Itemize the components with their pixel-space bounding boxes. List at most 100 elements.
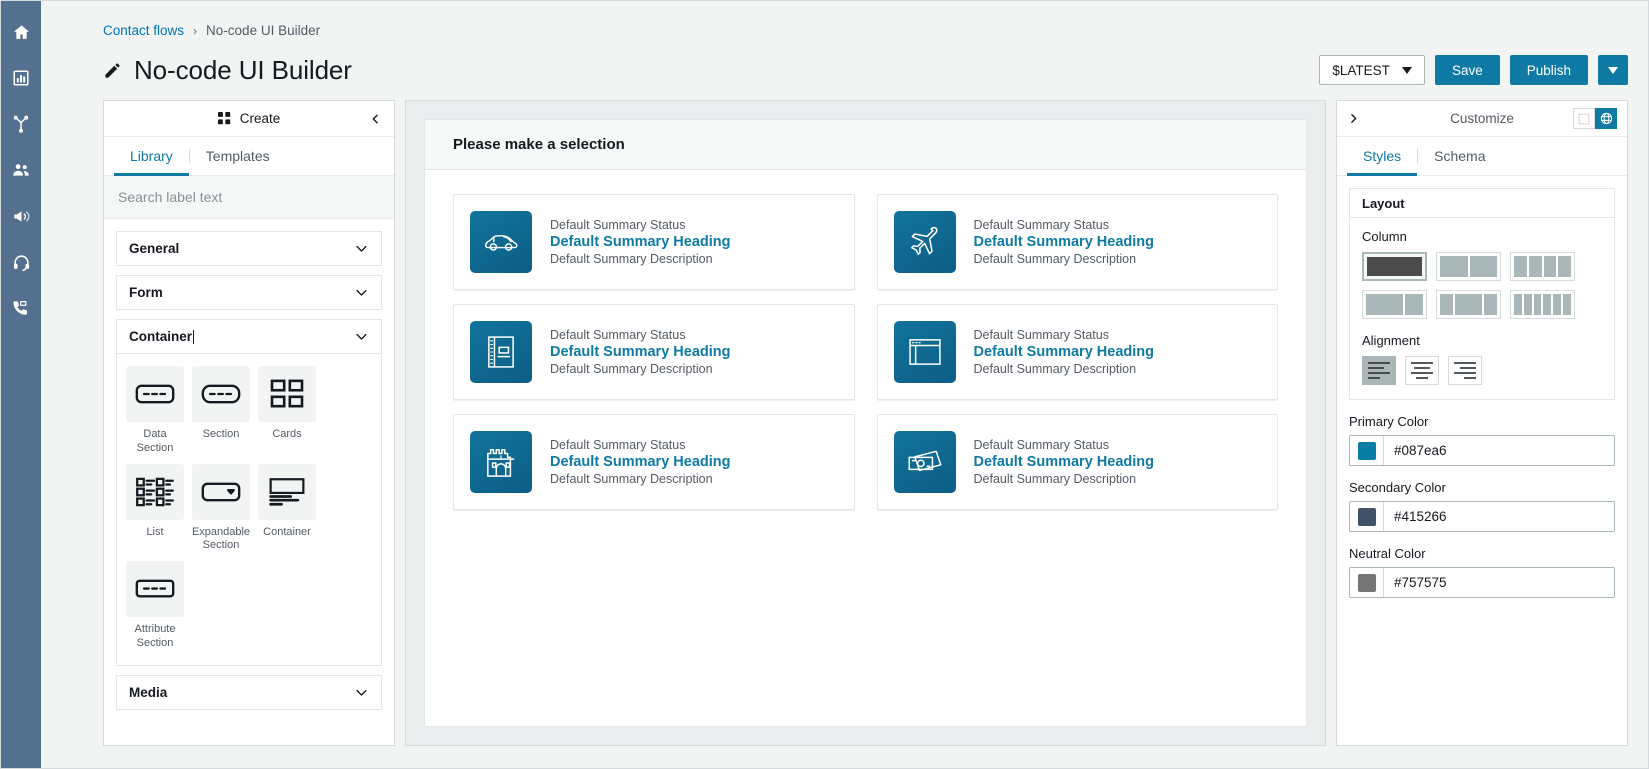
summary-card-text: Default Summary Status Default Summary H… [974, 328, 1155, 376]
component-label: Expandable Section [191, 525, 251, 552]
view-toggle-group [1573, 108, 1617, 129]
summary-heading: Default Summary Heading [550, 234, 731, 250]
column-option-3[interactable] [1436, 290, 1501, 319]
agent-desktop-icon[interactable] [8, 249, 34, 275]
phone-icon[interactable] [8, 295, 34, 321]
grid-icon [217, 112, 231, 125]
collapse-left-panel-icon[interactable] [369, 112, 382, 125]
align-center-icon[interactable] [1405, 356, 1439, 385]
component-label: Container [263, 525, 311, 538]
secondary-color-label: Secondary Color [1349, 480, 1446, 495]
globe-view-icon[interactable] [1595, 108, 1617, 129]
component-section[interactable]: Section [191, 366, 251, 456]
tab-schema[interactable]: Schema [1418, 137, 1501, 176]
secondary-color-field[interactable]: #415266 [1349, 501, 1615, 532]
summary-card[interactable]: Default Summary Status Default Summary H… [453, 194, 855, 290]
canvas-view-icon[interactable] [1573, 108, 1595, 129]
users-icon[interactable] [8, 157, 34, 183]
tab-styles[interactable]: Styles [1347, 137, 1418, 176]
list-icon [126, 463, 184, 520]
save-button[interactable]: Save [1434, 55, 1500, 85]
accordion-form-header[interactable]: Form [117, 276, 381, 309]
secondary-color-swatch-button[interactable] [1350, 502, 1384, 531]
column-option-6[interactable] [1510, 290, 1575, 319]
component-label: Data Section [136, 428, 174, 454]
column-option-2[interactable] [1436, 252, 1501, 281]
layout-section-title: Layout [1350, 189, 1614, 218]
column-option-2-wide-left[interactable] [1362, 290, 1427, 319]
header-actions: $LATEST Save Publish [1319, 55, 1628, 85]
canvas-sheet: Please make a selection Default Summary … [424, 119, 1307, 727]
neutral-color-swatch-button[interactable] [1350, 568, 1384, 597]
summary-description: Default Summary Description [973, 362, 1137, 376]
neutral-color-group: Neutral Color #757575 [1349, 546, 1615, 598]
version-select[interactable]: $LATEST [1319, 55, 1425, 85]
primary-color-value[interactable]: #087ea6 [1384, 443, 1614, 458]
summary-description: Default Summary Description [550, 252, 713, 266]
summary-card[interactable]: Default Summary Status Default Summary H… [453, 304, 855, 400]
primary-color-swatch-button[interactable] [1350, 436, 1384, 465]
analytics-icon[interactable] [8, 65, 34, 91]
chevron-down-icon [354, 241, 369, 256]
breadcrumb-separator-icon: › [193, 23, 198, 38]
campaigns-icon[interactable] [8, 203, 34, 229]
component-cards[interactable]: Cards [257, 366, 317, 456]
color-swatch [1357, 507, 1376, 526]
summary-card[interactable]: Default Summary Status Default Summary H… [876, 304, 1278, 400]
component-data-section[interactable]: Data Section [125, 366, 185, 456]
publish-button[interactable]: Publish [1509, 55, 1588, 85]
color-swatch [1357, 573, 1376, 592]
neutral-color-field[interactable]: #757575 [1349, 567, 1615, 598]
summary-status: Default Summary Status [973, 218, 1109, 232]
more-actions-button[interactable] [1598, 55, 1628, 85]
summary-cards-grid: Default Summary Status Default Summary H… [425, 170, 1306, 534]
component-label: Section [202, 428, 240, 440]
component-list[interactable]: List [125, 463, 185, 554]
component-expandable-section[interactable]: Expandable Section [191, 463, 251, 554]
accordion-media-header[interactable]: Media [117, 676, 381, 709]
component-container[interactable]: Container [257, 463, 317, 554]
expand-right-panel-icon[interactable] [1347, 112, 1360, 125]
summary-card[interactable]: Default Summary Status Default Summary H… [876, 414, 1278, 510]
attribute-section-icon [126, 561, 184, 617]
accordion-container-header[interactable]: Container [117, 320, 381, 353]
align-right-icon[interactable] [1448, 356, 1482, 385]
neutral-color-label: Neutral Color [1349, 546, 1426, 561]
library-sections: General Form Container Data Section Sect… [104, 219, 394, 731]
canvas-heading: Please make a selection [425, 120, 1306, 170]
accordion-general-header[interactable]: General [117, 232, 381, 265]
summary-card[interactable]: Default Summary Status Default Summary H… [453, 414, 855, 510]
summary-description: Default Summary Description [973, 252, 1137, 266]
version-select-value: $LATEST [1332, 62, 1390, 78]
accordion-form-title: Form [129, 285, 163, 300]
canvas-area: Please make a selection Default Summary … [405, 100, 1326, 746]
tab-templates[interactable]: Templates [190, 137, 286, 176]
routing-icon[interactable] [8, 111, 34, 137]
create-label-group: Create [217, 111, 280, 126]
edit-pencil-icon[interactable] [103, 61, 122, 80]
summary-card-text: Default Summary Status Default Summary H… [974, 438, 1155, 486]
accordion-general: General [116, 231, 382, 266]
summary-card[interactable]: Default Summary Status Default Summary H… [876, 194, 1278, 290]
align-left-icon[interactable] [1362, 356, 1396, 385]
breadcrumb-parent[interactable]: Contact flows [103, 23, 184, 38]
neutral-color-value[interactable]: #757575 [1384, 575, 1614, 590]
column-option-1[interactable] [1362, 252, 1427, 281]
secondary-color-value[interactable]: #415266 [1384, 509, 1614, 524]
summary-description: Default Summary Description [973, 472, 1137, 486]
column-option-4[interactable] [1510, 252, 1575, 281]
tab-library[interactable]: Library [114, 137, 189, 176]
chevron-down-icon [354, 685, 369, 700]
component-label: Cards [272, 428, 302, 440]
cards-icon [258, 366, 316, 422]
summary-status: Default Summary Status [550, 328, 686, 342]
search-input[interactable]: Search label text [104, 176, 394, 219]
chevron-down-icon [1608, 66, 1618, 74]
primary-color-field[interactable]: #087ea6 [1349, 435, 1615, 466]
banknote-icon [893, 431, 956, 493]
home-icon[interactable] [8, 19, 34, 45]
accordion-media: Media [116, 674, 382, 710]
summary-card-text: Default Summary Status Default Summary H… [550, 438, 731, 486]
notebook-icon [470, 321, 532, 383]
component-attribute-section[interactable]: Attribute Section [125, 561, 185, 651]
